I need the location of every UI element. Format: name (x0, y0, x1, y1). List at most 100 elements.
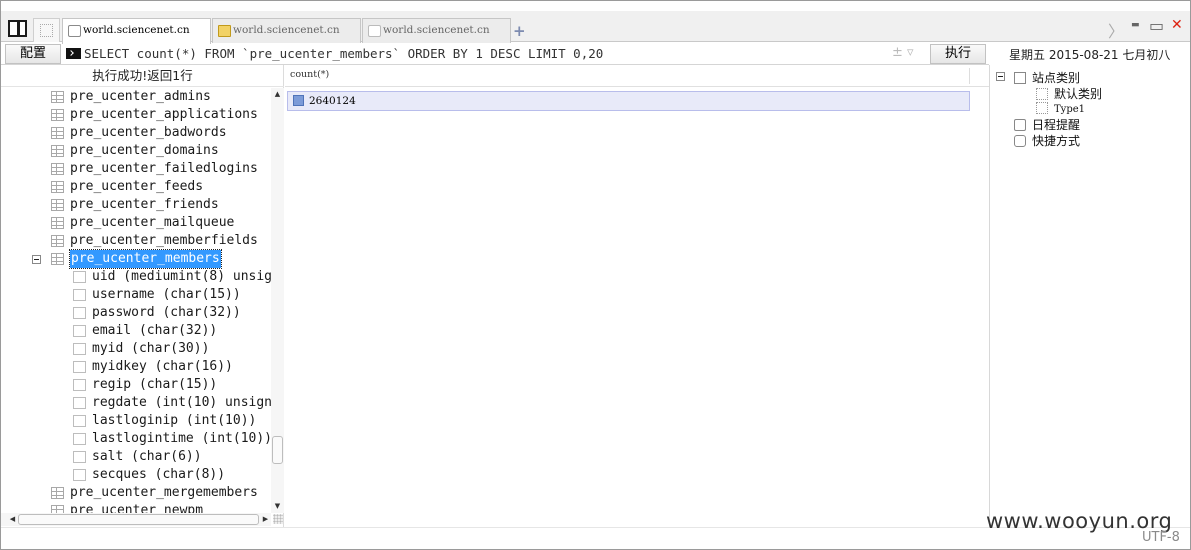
column-node[interactable]: myidkey (char(16)) (1, 358, 271, 376)
table-icon (51, 163, 64, 175)
close-button[interactable]: ✕ (1171, 17, 1183, 33)
column-node[interactable]: myid (char(30)) (1, 340, 271, 358)
tree-item-default-category[interactable]: 默认类别 (1036, 85, 1102, 102)
table-node[interactable]: pre_ucenter_admins (1, 88, 271, 106)
table-node[interactable]: pre_ucenter_friends (1, 196, 271, 214)
table-icon (51, 91, 64, 103)
column-node[interactable]: regdate (int(10) unsigned) (1, 394, 271, 412)
table-icon (51, 181, 64, 193)
column-node[interactable]: uid (mediumint(8) unsigned) (1, 268, 271, 286)
tab-world-sciencenet-1[interactable]: world.sciencenet.cn (62, 18, 211, 44)
column-name: myid (char(30)) (92, 341, 210, 356)
column-separator[interactable] (969, 68, 970, 84)
column-node[interactable]: secques (char(8)) (1, 466, 271, 484)
table-node[interactable]: pre_ucenter_domains (1, 142, 271, 160)
plus-minus-dropdown[interactable]: ± ▿ (892, 45, 914, 60)
row-marker-icon (293, 95, 304, 106)
tree-item-type1[interactable]: Type1 (1036, 102, 1085, 115)
encoding-indicator: UTF-8 (1142, 530, 1180, 545)
maximize-button[interactable]: ▭ (1149, 16, 1164, 35)
tab-label: world.sciencenet.cn (383, 24, 490, 36)
results-grid: count(*) 2640124 (285, 65, 989, 527)
config-button[interactable]: 配置 (5, 44, 61, 64)
tree-item-label: Type1 (1054, 104, 1086, 115)
category-icon (1014, 72, 1026, 84)
column-node[interactable]: regip (char(15)) (1, 376, 271, 394)
table-icon (51, 217, 64, 229)
column-icon (73, 325, 86, 337)
column-name: uid (mediumint(8) unsigned) (92, 269, 271, 284)
chevron-right-icon[interactable]: 〉 (1108, 18, 1124, 42)
table-icon (51, 109, 64, 121)
column-icon (73, 433, 86, 445)
scroll-right-arrow[interactable]: ▶ (259, 513, 272, 526)
table-name: pre_ucenter_failedlogins (70, 161, 258, 176)
sql-text: SELECT count(*) FROM `pre_ucenter_member… (84, 46, 604, 61)
table-node[interactable]: pre_ucenter_newpm (1, 502, 271, 513)
column-name: username (char(15)) (92, 287, 241, 302)
table-name: pre_ucenter_newpm (70, 503, 204, 513)
column-icon (73, 271, 86, 283)
column-node[interactable]: email (char(32)) (1, 322, 271, 340)
scroll-up-arrow[interactable]: ▲ (271, 88, 284, 101)
app-window: world.sciencenet.cn world.sciencenet.cn … (0, 0, 1191, 550)
sidebar-toggle-icon[interactable] (8, 20, 27, 37)
table-name: pre_ucenter_feeds (70, 179, 204, 194)
tree-item-shortcuts[interactable]: 快捷方式 (1014, 132, 1080, 149)
tab-label: world.sciencenet.cn (83, 24, 190, 36)
tree-item-schedule[interactable]: 日程提醒 (1014, 116, 1080, 133)
folder-icon (218, 25, 231, 37)
execute-button[interactable]: 执行 (930, 44, 986, 64)
tab-world-sciencenet-2[interactable]: world.sciencenet.cn (212, 18, 361, 43)
column-name: salt (char(6)) (92, 449, 202, 464)
scroll-thumb[interactable] (18, 514, 259, 525)
scroll-down-arrow[interactable]: ▼ (271, 500, 284, 513)
tab-world-sciencenet-3[interactable]: world.sciencenet.cn (362, 18, 511, 43)
table-name: pre_ucenter_badwords (70, 125, 227, 140)
sql-input[interactable]: SELECT count(*) FROM `pre_ucenter_member… (64, 44, 929, 64)
table-node[interactable]: pre_ucenter_memberfields (1, 232, 271, 250)
table-node[interactable]: pre_ucenter_feeds (1, 178, 271, 196)
dotted-square-icon (1036, 88, 1048, 100)
vertical-scrollbar[interactable]: ▲ ▼ (271, 88, 284, 513)
table-name: pre_ucenter_mailqueue (70, 215, 235, 230)
column-name: password (char(32)) (92, 305, 241, 320)
resize-grip[interactable] (273, 514, 283, 524)
tree-item-label: 快捷方式 (1032, 134, 1081, 148)
column-icon (73, 289, 86, 301)
column-node[interactable]: username (char(15)) (1, 286, 271, 304)
column-icon (73, 379, 86, 391)
table-icon (51, 127, 64, 139)
schema-tree[interactable]: pre_ucenter_admins pre_ucenter_applicatio… (1, 88, 271, 513)
table-node[interactable]: pre_ucenter_mergemembers (1, 484, 271, 502)
column-header[interactable]: count(*) (285, 65, 989, 87)
column-node[interactable]: lastloginip (int(10)) (1, 412, 271, 430)
table-name: pre_ucenter_memberfields (70, 233, 258, 248)
column-name: myidkey (char(16)) (92, 359, 233, 374)
table-node[interactable]: pre_ucenter_members (1, 249, 271, 269)
column-name: lastlogintime (int(10)) (92, 431, 271, 446)
column-name: regip (char(15)) (92, 377, 218, 392)
tab-label: world.sciencenet.cn (233, 24, 340, 36)
tree-item-label: 默认类别 (1054, 87, 1103, 101)
table-name: pre_ucenter_applications (70, 107, 258, 122)
dotted-square-icon (40, 24, 53, 37)
collapse-toggle[interactable] (32, 255, 41, 264)
tab-placeholder[interactable] (33, 18, 60, 42)
result-row[interactable]: 2640124 (287, 91, 970, 111)
column-node[interactable]: lastlogintime (int(10)) (1, 430, 271, 448)
scroll-thumb[interactable] (272, 436, 283, 464)
table-node[interactable]: pre_ucenter_applications (1, 106, 271, 124)
column-node[interactable]: salt (char(6)) (1, 448, 271, 466)
column-icon (73, 343, 86, 355)
column-node[interactable]: password (char(32)) (1, 304, 271, 322)
collapse-toggle[interactable] (996, 72, 1005, 81)
table-node[interactable]: pre_ucenter_failedlogins (1, 160, 271, 178)
tree-item-site-category[interactable]: 站点类别 (1014, 69, 1080, 86)
table-node[interactable]: pre_ucenter_mailqueue (1, 214, 271, 232)
new-tab-button[interactable]: + (513, 22, 526, 40)
minimize-button[interactable]: ▬ (1131, 20, 1140, 30)
table-node[interactable]: pre_ucenter_badwords (1, 124, 271, 142)
horizontal-scrollbar[interactable]: ◀ ▶ (1, 513, 271, 526)
table-name: pre_ucenter_mergemembers (70, 485, 258, 500)
